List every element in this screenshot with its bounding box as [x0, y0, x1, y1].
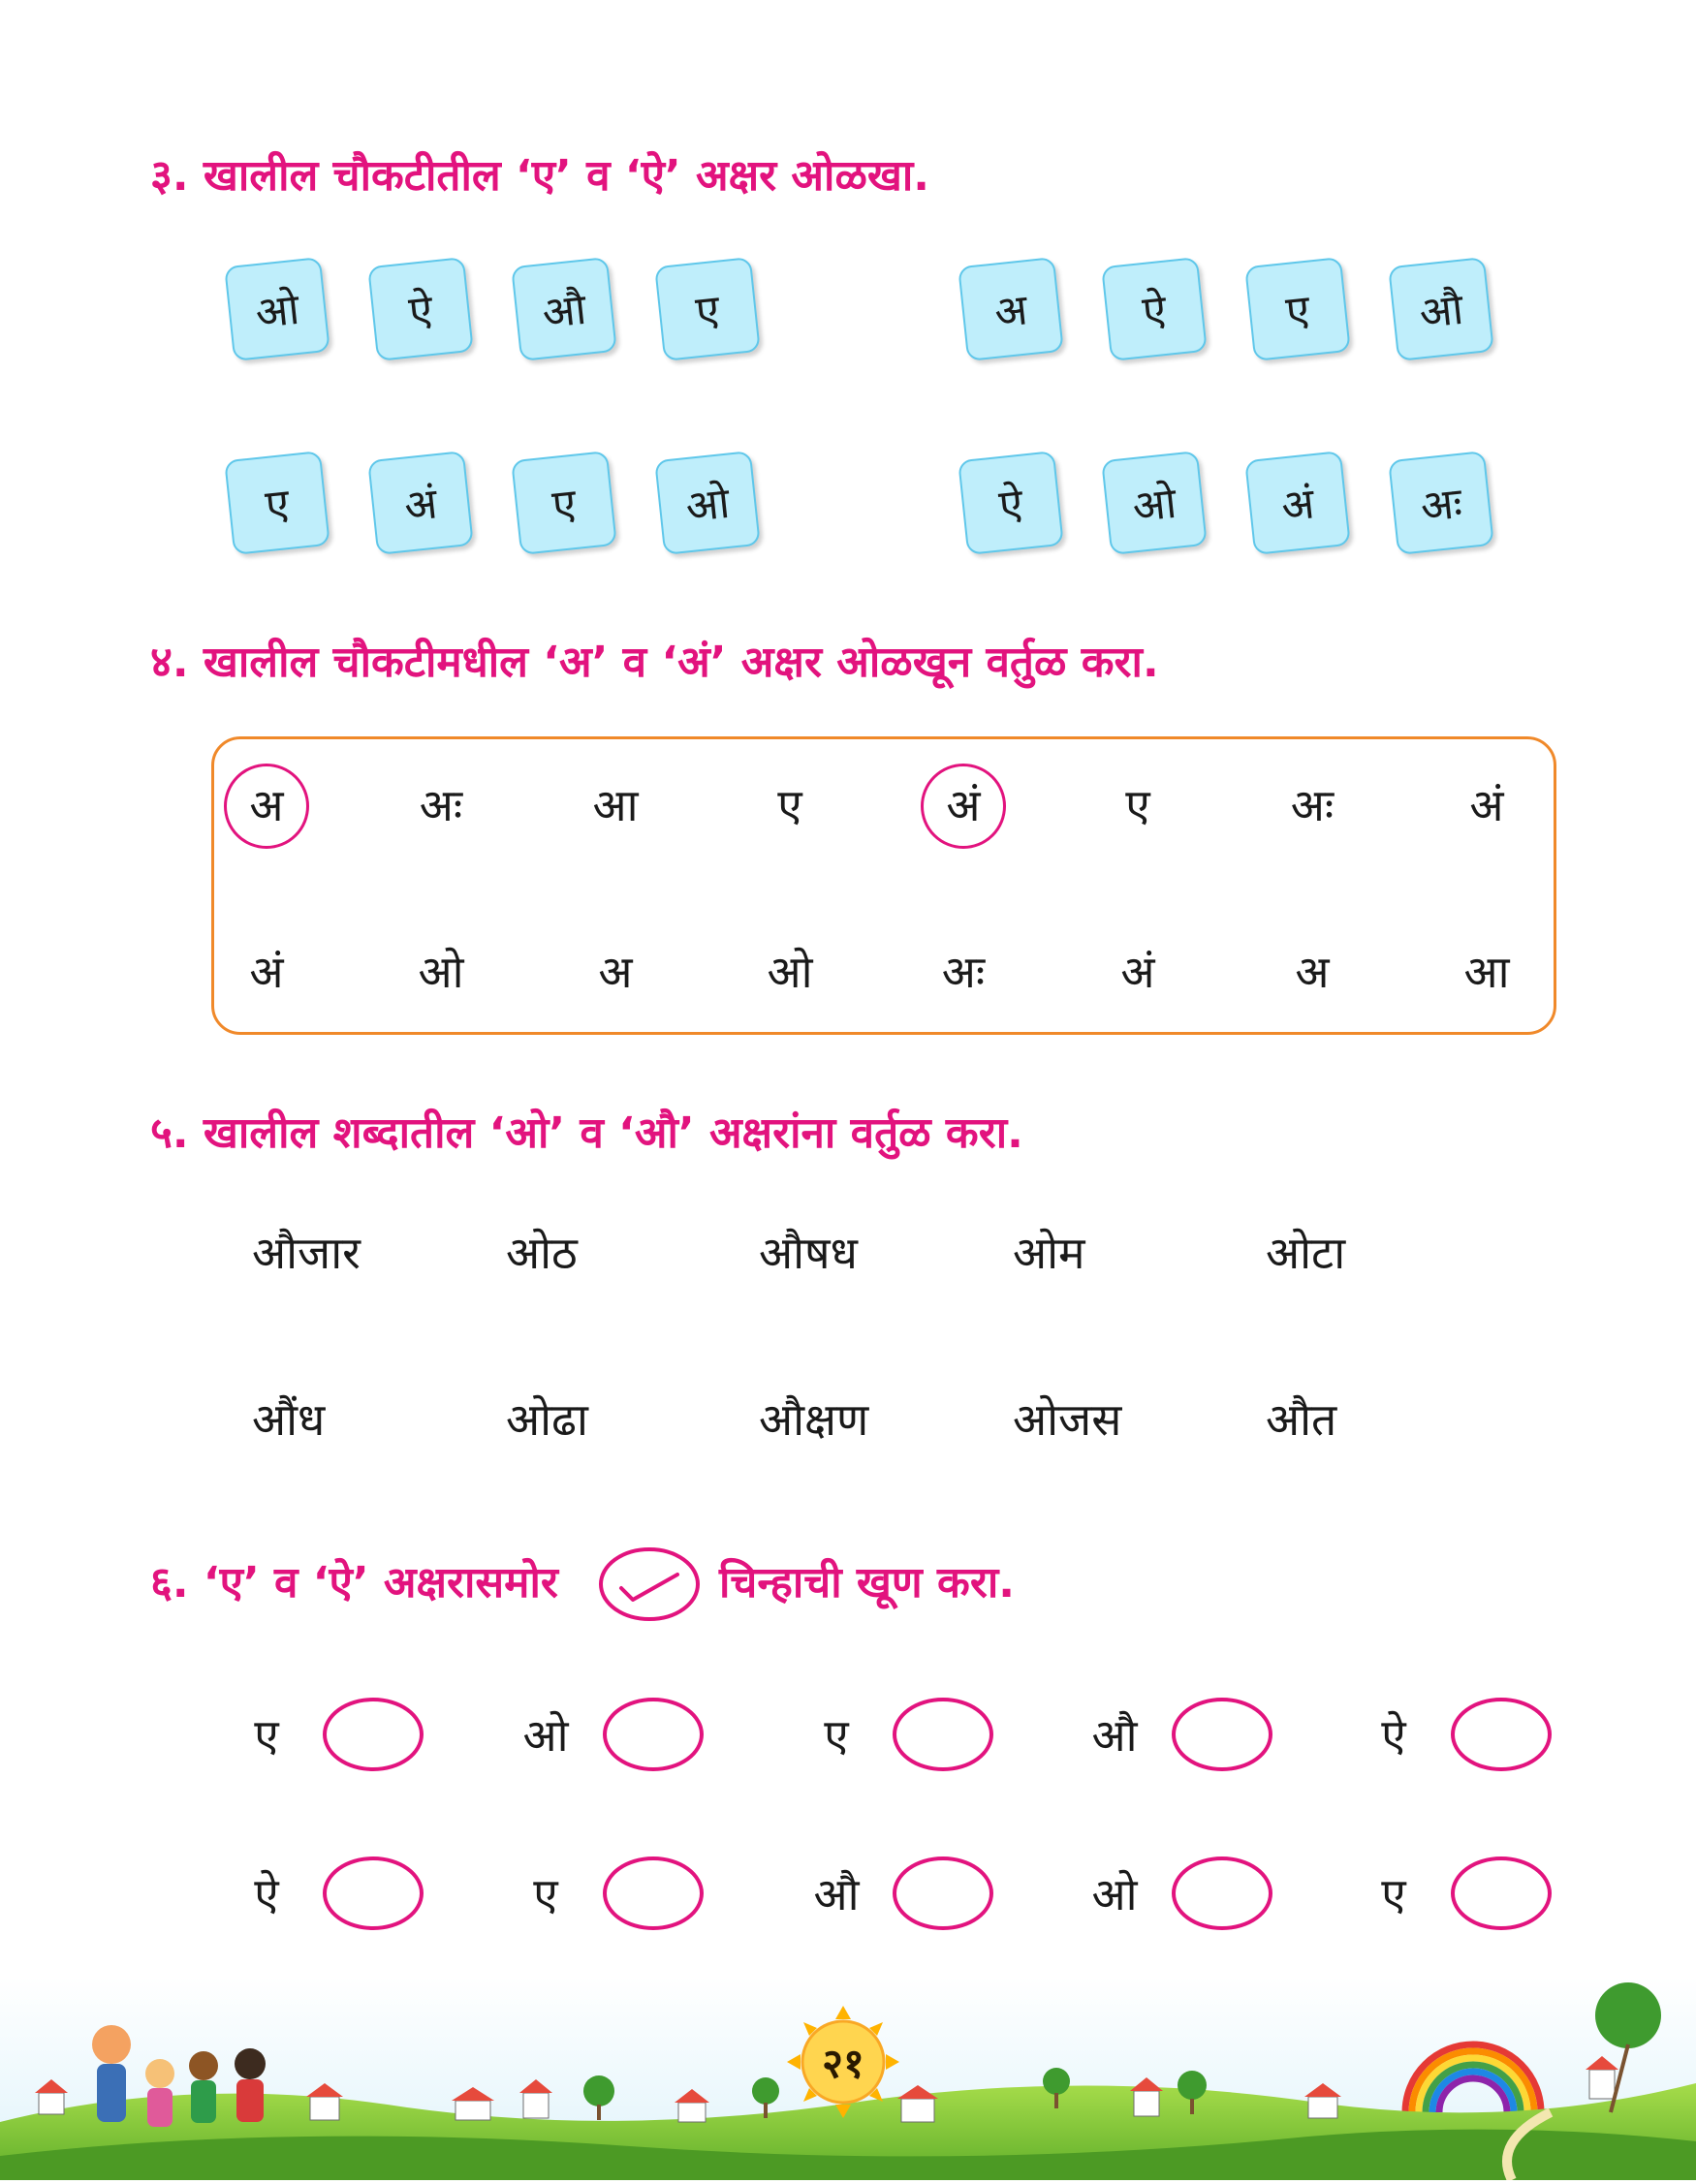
tile-letter: ओ: [253, 284, 302, 339]
letter-tile: औ: [511, 257, 617, 361]
letter-tile: औ: [1388, 257, 1494, 361]
grid-letter[interactable]: ओ: [741, 950, 838, 994]
answer-letter: ए: [1381, 1868, 1406, 1920]
letter-tile: ए: [511, 451, 617, 555]
grid-letter[interactable]: ओ: [393, 950, 489, 994]
answer-oval[interactable]: [603, 1856, 704, 1930]
word-item[interactable]: औक्षण: [759, 1397, 868, 1442]
word-item[interactable]: ओठ: [506, 1231, 578, 1275]
tile-letter: ए: [1283, 285, 1313, 338]
answer-letter: ऐ: [254, 1868, 279, 1920]
grid-letter[interactable]: आ: [1438, 950, 1535, 994]
word-item[interactable]: ओजस: [1013, 1397, 1121, 1442]
answer-oval[interactable]: [1451, 1698, 1552, 1771]
grid-letter[interactable]: अं: [1438, 783, 1535, 827]
answer-letter: औ: [1091, 1709, 1138, 1762]
tile-letter: ए: [263, 479, 293, 532]
word-item[interactable]: औषध: [759, 1231, 858, 1275]
question-4-heading: ४. खालील चौकटीमधील ‘अ’ व ‘अं’ अक्षर ओळखू…: [150, 638, 1159, 687]
grid-letter[interactable]: अ: [1264, 950, 1361, 994]
letter-tile: ओ: [1101, 451, 1208, 555]
letter-tile: अः: [1388, 451, 1494, 555]
question-6-heading-end: चिन्हाची खूण करा.: [719, 1558, 1015, 1607]
grid-letter[interactable]: आ: [567, 783, 664, 827]
answer-oval[interactable]: [323, 1856, 424, 1930]
tile-letter: ऐ: [406, 285, 436, 338]
letter-tile: ए: [1244, 257, 1351, 361]
answer-letter: ए: [824, 1709, 849, 1762]
letter-tile: ऐ: [367, 257, 474, 361]
letter-tile: ए: [224, 451, 330, 555]
word-item[interactable]: ओढा: [506, 1397, 588, 1442]
tile-letter: ओ: [683, 478, 733, 533]
word-item[interactable]: औंध: [252, 1397, 325, 1442]
answer-letter: ओ: [522, 1709, 569, 1762]
tile-letter: ऐ: [1140, 285, 1170, 338]
grid-letter[interactable]: ए: [741, 783, 838, 827]
letter-tile: अं: [1244, 451, 1351, 555]
letter-tile: ए: [654, 257, 761, 361]
answer-letter: ए: [254, 1709, 279, 1762]
tile-letter: ऐ: [996, 479, 1026, 532]
tile-letter: अं: [1278, 479, 1317, 532]
question-3-heading: ३. खालील चौकटीतील ‘ए’ व ‘ऐ’ अक्षर ओळखा.: [150, 151, 929, 201]
letter-tile: ऐ: [1101, 257, 1208, 361]
tick-mark-icon: [598, 1545, 701, 1623]
question-6-heading: ६. ‘ए’ व ‘ऐ’ अक्षरासमोर: [150, 1558, 558, 1607]
tile-letter: ए: [550, 479, 580, 532]
word-item[interactable]: औजार: [252, 1231, 361, 1275]
tile-letter: अं: [401, 479, 440, 532]
page-number: २१: [822, 2039, 864, 2087]
answer-oval[interactable]: [603, 1698, 704, 1771]
tile-letter: औ: [540, 284, 589, 339]
letter-tile: अ: [958, 257, 1064, 361]
grid-letter[interactable]: अ: [218, 783, 315, 827]
grid-letter[interactable]: अः: [1264, 783, 1361, 827]
grid-letter[interactable]: अं: [915, 783, 1012, 827]
answer-oval[interactable]: [323, 1698, 424, 1771]
grid-letter[interactable]: अं: [218, 950, 315, 994]
grid-letter[interactable]: अः: [393, 783, 489, 827]
answer-letter: औ: [813, 1868, 860, 1920]
letter-tile: अं: [367, 451, 474, 555]
word-item[interactable]: ओटा: [1266, 1231, 1345, 1275]
answer-letter: ओ: [1091, 1868, 1138, 1920]
answer-oval[interactable]: [1172, 1856, 1272, 1930]
grid-letter[interactable]: अः: [915, 950, 1012, 994]
grid-letter[interactable]: अ: [567, 950, 664, 994]
answer-oval[interactable]: [893, 1856, 993, 1930]
tile-letter: अः: [1418, 478, 1465, 533]
letter-tile: ऐ: [958, 451, 1064, 555]
answer-oval[interactable]: [1451, 1856, 1552, 1930]
answer-oval[interactable]: [1172, 1698, 1272, 1771]
grid-letter[interactable]: ए: [1089, 783, 1186, 827]
answer-letter: ए: [533, 1868, 558, 1920]
answer-letter: ऐ: [1381, 1709, 1406, 1762]
letter-tile: ओ: [224, 257, 330, 361]
tile-letter: ए: [693, 285, 723, 338]
word-item[interactable]: ओम: [1013, 1231, 1085, 1275]
tile-letter: औ: [1417, 284, 1466, 339]
tile-letter: ओ: [1130, 478, 1179, 533]
word-item[interactable]: औत: [1266, 1397, 1336, 1442]
answer-oval[interactable]: [893, 1698, 993, 1771]
tile-letter: अ: [991, 285, 1030, 338]
question-5-heading: ५. खालील शब्दातील ‘ओ’ व ‘औ’ अक्षरांना वर…: [150, 1108, 1023, 1158]
grid-letter[interactable]: अं: [1089, 950, 1186, 994]
letter-tile: ओ: [654, 451, 761, 555]
